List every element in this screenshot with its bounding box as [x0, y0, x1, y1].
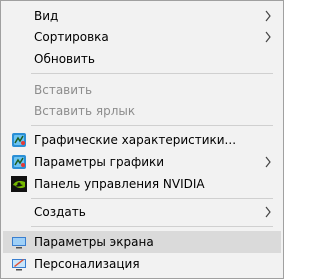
menu-item-graphics-options[interactable]: Параметры графики [3, 151, 281, 173]
menu-item-label: Панель управления NVIDIA [34, 177, 205, 191]
chevron-right-icon [265, 206, 271, 218]
menu-item-paste: Вставить [3, 79, 281, 101]
menu-item-label: Параметры экрана [34, 235, 154, 249]
chevron-right-icon [265, 156, 271, 168]
menu-separator [31, 125, 273, 126]
menu-item-label: Вид [34, 9, 59, 23]
menu-item-label: Персонализация [34, 257, 140, 271]
menu-item-personalization[interactable]: Персонализация [3, 253, 281, 275]
menu-item-nvidia-control-panel[interactable]: Панель управления NVIDIA [3, 173, 281, 195]
menu-item-label: Вставить [34, 83, 93, 97]
menu-item-refresh[interactable]: Обновить [3, 48, 281, 70]
menu-item-view[interactable]: Вид [3, 5, 281, 27]
menu-item-label: Сортировка [34, 30, 109, 44]
menu-item-sort[interactable]: Сортировка [3, 26, 281, 48]
intel-graphics-icon [12, 155, 26, 169]
menu-item-new[interactable]: Создать [3, 201, 281, 223]
menu-item-display-settings[interactable]: Параметры экрана [3, 231, 281, 253]
menu-item-label: Создать [34, 205, 86, 219]
menu-separator [31, 73, 273, 74]
menu-separator [31, 226, 273, 227]
menu-item-label: Параметры графики [34, 155, 165, 169]
menu-item-label: Вставить ярлык [34, 104, 136, 118]
menu-item-graphics-properties[interactable]: Графические характеристики... [3, 129, 281, 151]
chevron-right-icon [265, 10, 271, 22]
intel-graphics-icon [12, 133, 26, 147]
menu-item-paste-shortcut: Вставить ярлык [3, 100, 281, 122]
menu-separator [31, 198, 273, 199]
menu-item-label: Графические характеристики... [34, 133, 237, 147]
personalize-icon [12, 259, 26, 271]
chevron-right-icon [265, 31, 271, 43]
context-menu: Вид Сортировка Обновить Вставить Вставит… [0, 0, 284, 279]
menu-item-label: Обновить [34, 52, 95, 66]
display-settings-icon [12, 237, 26, 249]
nvidia-icon [11, 176, 27, 192]
